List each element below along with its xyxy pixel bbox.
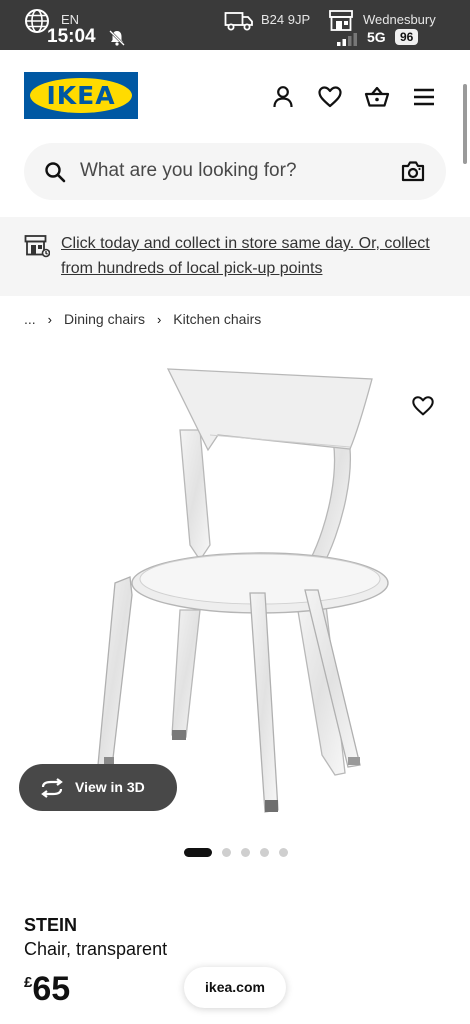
postcode-label: B24 9JP [261,12,311,27]
rotate-3d-icon [41,778,63,798]
store-icon [24,235,50,258]
camera-icon[interactable] [401,160,425,182]
bell-muted-icon [109,30,125,46]
status-bar: EN 15:04 B24 9JP Wednesbury 5G 96 [0,0,470,50]
view-in-3d-label: View in 3D [75,779,145,795]
price-currency: £ [24,974,33,991]
basket-icon[interactable] [364,84,390,110]
search-bar[interactable]: What are you looking for? [24,143,446,200]
store-icon [329,10,353,31]
product-description: Chair, transparent [24,939,168,959]
delivery-truck-icon [224,12,253,31]
breadcrumb: ... › Dining chairs › Kitchen chairs [24,311,261,327]
search-input[interactable]: What are you looking for? [80,160,297,182]
view-in-3d-button[interactable]: View in 3D [19,764,177,811]
carousel-dot-2[interactable] [222,848,231,857]
scrollbar[interactable] [463,84,467,164]
add-to-favourites-heart-icon[interactable] [411,394,435,418]
carousel-dot-5[interactable] [279,848,288,857]
click-collect-banner: Click today and collect in store same da… [0,217,470,296]
carousel-dot-3[interactable] [241,848,250,857]
carousel-dot-1[interactable] [184,848,212,857]
chevron-right-icon: › [47,311,53,327]
logo-text: IKEA [46,81,116,110]
breadcrumb-ellipsis[interactable]: ... [24,311,36,327]
battery-level: 96 [395,29,419,45]
browser-url-pill[interactable]: ikea.com [184,967,286,1008]
breadcrumb-item-kitchen-chairs[interactable]: Kitchen chairs [173,311,261,327]
signal-strength-icon [337,33,357,46]
product-image[interactable] [60,355,420,835]
language-label: EN [61,12,80,27]
ikea-logo[interactable]: IKEA [24,72,138,119]
user-icon[interactable] [270,84,296,110]
click-collect-link[interactable]: Click today and collect in store same da… [61,231,441,281]
chevron-right-icon: › [156,311,162,327]
breadcrumb-item-dining-chairs[interactable]: Dining chairs [64,311,145,327]
network-type: 5G [367,29,386,45]
store-location-label: Wednesbury [363,12,436,27]
heart-icon[interactable] [317,84,343,110]
carousel-dot-4[interactable] [260,848,269,857]
search-icon [45,162,66,183]
product-name: STEIN [24,915,78,935]
menu-icon[interactable] [411,84,437,110]
price-amount: 65 [32,970,71,1008]
product-price: £65 [24,970,70,1009]
image-carousel-indicator [184,848,288,857]
clock: 15:04 [47,26,96,47]
